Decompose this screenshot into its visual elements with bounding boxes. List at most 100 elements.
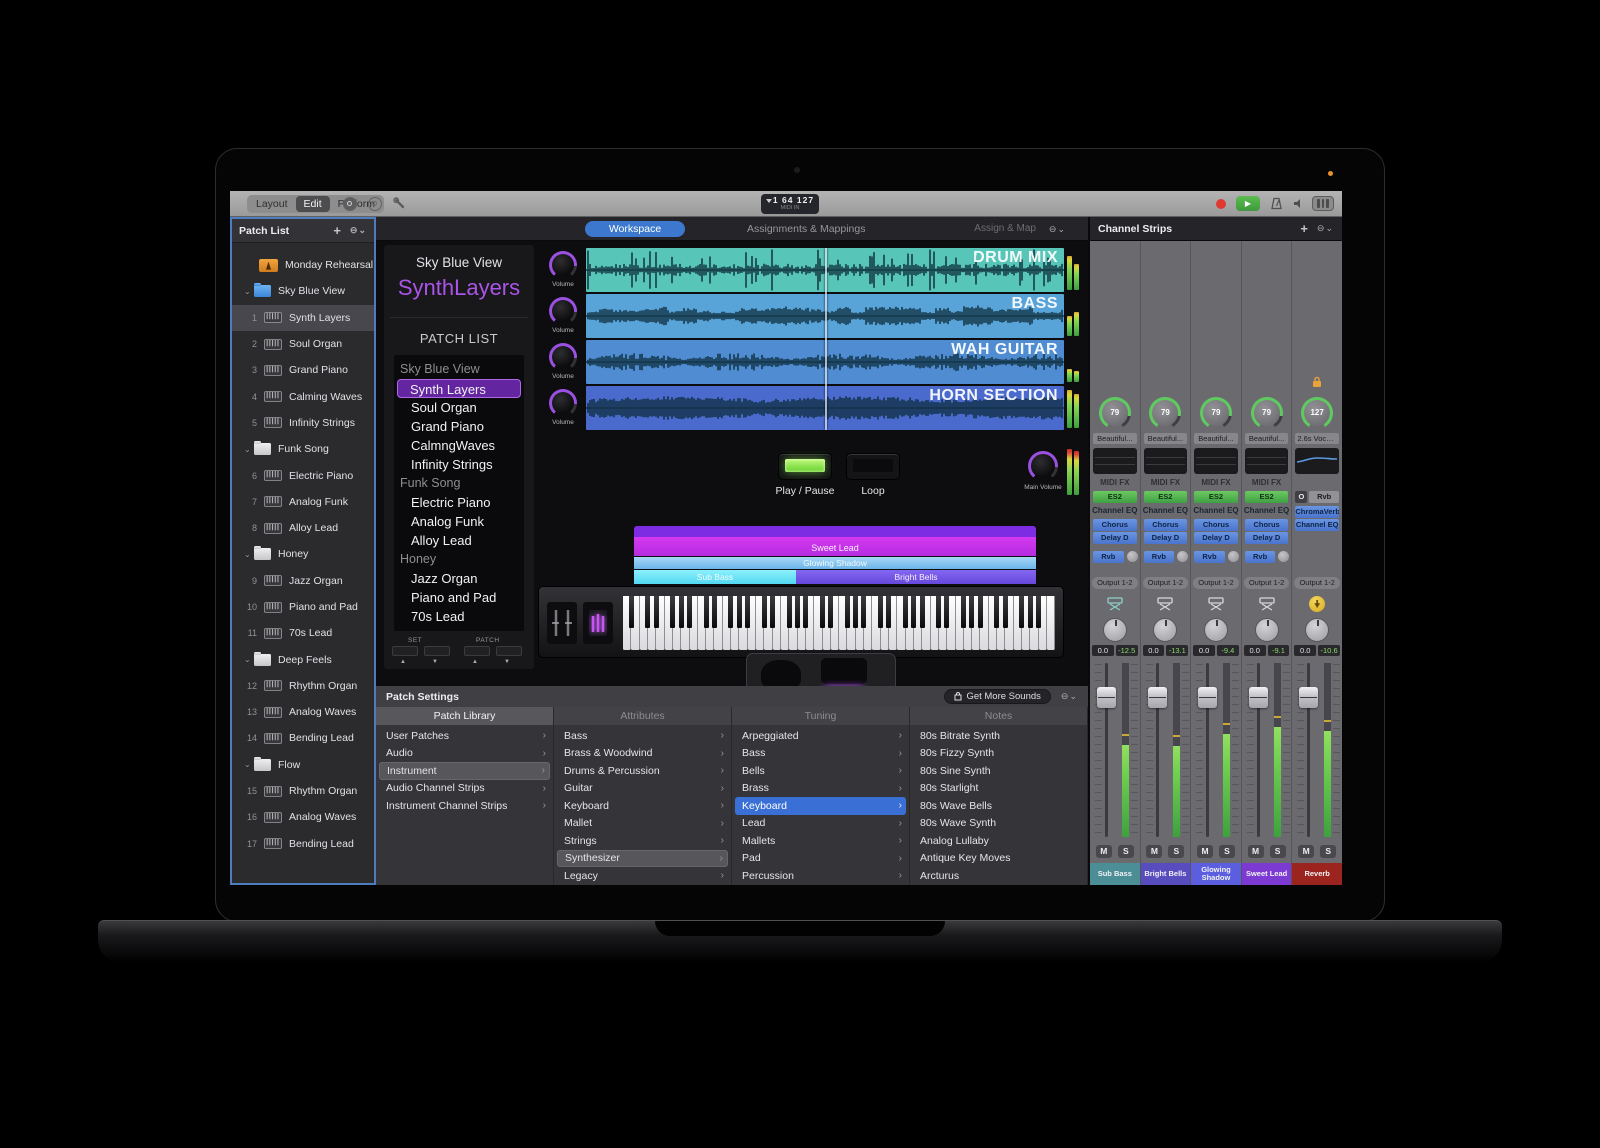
send-slot[interactable]: Rvb xyxy=(1144,551,1175,563)
fader-cap[interactable] xyxy=(1249,687,1268,708)
eq-thumbnail[interactable] xyxy=(1093,448,1137,474)
round-button-icon-2[interactable] xyxy=(368,197,382,211)
patch-item[interactable]: 1Synth Layers xyxy=(232,305,374,331)
channel-eq-slot[interactable]: Channel EQ xyxy=(1191,506,1241,515)
pan-value[interactable]: 0.0 xyxy=(1244,645,1266,656)
library-item[interactable]: Keyboard› xyxy=(554,797,731,815)
pan-knob[interactable] xyxy=(1153,618,1177,642)
library-item[interactable]: Legacy› xyxy=(554,867,731,885)
black-key[interactable] xyxy=(1019,596,1024,628)
mute-button[interactable]: M xyxy=(1197,845,1213,858)
insert-slot[interactable]: Chorus xyxy=(1093,519,1137,531)
patch-item[interactable]: 4Calming Waves xyxy=(232,383,374,409)
library-item[interactable]: 80s Bitrate Synth xyxy=(910,727,1087,745)
patchlist-set[interactable]: Sky Blue View xyxy=(397,360,521,379)
mute-button[interactable]: M xyxy=(1146,845,1162,858)
library-item[interactable]: Percussion› xyxy=(732,867,909,885)
instrument-slot[interactable]: ES2 xyxy=(1194,491,1238,503)
black-key[interactable] xyxy=(787,596,792,628)
set-button-2[interactable] xyxy=(424,646,450,656)
patch-item[interactable]: 6Electric Piano xyxy=(232,462,374,488)
layer-bright-bells[interactable]: Bright Bells xyxy=(796,570,1036,584)
black-key[interactable] xyxy=(994,596,999,628)
layer-sweet-lead[interactable]: Sweet Lead xyxy=(634,526,1036,556)
insert-slot[interactable]: Delay D xyxy=(1093,532,1137,544)
library-item[interactable]: Bells› xyxy=(732,762,909,780)
mute-button[interactable]: M xyxy=(1096,845,1112,858)
channel-setting-name[interactable]: 2.6s Vocal... xyxy=(1295,433,1339,444)
strip-level-knob[interactable]: 79 xyxy=(1200,397,1232,429)
midi-fx-slot[interactable]: MIDI FX xyxy=(1191,478,1241,487)
volume-value[interactable]: -9.4 xyxy=(1217,645,1239,656)
library-item[interactable]: Brass› xyxy=(732,780,909,798)
library-item[interactable]: 80s Starlight xyxy=(910,780,1087,798)
patch-item[interactable]: 3Grand Piano xyxy=(232,357,374,383)
fader-cap[interactable] xyxy=(1097,687,1116,708)
patch-settings-menu-button[interactable]: ⊖⌄ xyxy=(1061,691,1078,702)
patchlist-patch[interactable]: 70s Lead xyxy=(397,607,521,626)
library-item[interactable]: Pad› xyxy=(732,850,909,868)
output-slot[interactable]: Output 1-2 xyxy=(1294,577,1340,589)
solo-button[interactable]: S xyxy=(1118,845,1134,858)
patch-item[interactable]: 12Rhythm Organ xyxy=(232,673,374,699)
folder-item[interactable]: ⌄Funk Song xyxy=(232,436,374,462)
folder-item[interactable]: ⌄Sky Blue View xyxy=(232,278,374,304)
pan-knob[interactable] xyxy=(1305,618,1329,642)
black-key[interactable] xyxy=(828,596,833,628)
patchlist-patch[interactable]: Jazz Organ xyxy=(397,569,521,588)
midi-fx-slot[interactable]: MIDI FX xyxy=(1242,478,1292,487)
strip-name-plate[interactable]: Bright Bells xyxy=(1141,863,1191,885)
insert-slot[interactable]: ChromaVerb xyxy=(1295,506,1339,518)
black-key[interactable] xyxy=(679,596,684,628)
solo-button[interactable]: S xyxy=(1270,845,1286,858)
patch-list-menu-button[interactable]: ⊖⌄ xyxy=(350,225,367,236)
tab-attributes[interactable]: Attributes xyxy=(554,707,732,725)
output-slot[interactable]: Output 1-2 xyxy=(1092,577,1138,589)
channel-strips-menu-button[interactable]: ⊖⌄ xyxy=(1317,223,1334,234)
patchlist-set[interactable]: Funk Song xyxy=(397,474,521,493)
strip-level-knob[interactable]: 79 xyxy=(1149,397,1181,429)
black-key[interactable] xyxy=(712,596,717,628)
input-slot[interactable]: ORvb xyxy=(1295,491,1339,503)
insert-slot[interactable]: Chorus xyxy=(1144,519,1188,531)
playhead[interactable] xyxy=(825,248,827,430)
folder-item[interactable]: ⌄Flow xyxy=(232,752,374,778)
library-item[interactable]: 80s Fizzy Synth xyxy=(910,745,1087,763)
mute-button[interactable]: M xyxy=(1298,845,1314,858)
layout-mode-button[interactable]: Layout xyxy=(248,196,296,212)
patchlist-patch[interactable]: CalmngWaves xyxy=(397,436,521,455)
patchlist-patch[interactable]: Synth Layers xyxy=(397,379,521,398)
send-level-knob[interactable] xyxy=(1228,551,1239,562)
black-key[interactable] xyxy=(728,596,733,628)
patch-up-arrow[interactable]: ▲ xyxy=(472,659,478,665)
fader-cap[interactable] xyxy=(1198,687,1217,708)
patch-item[interactable]: 1170s Lead xyxy=(232,620,374,646)
output-slot[interactable]: Output 1-2 xyxy=(1244,577,1290,589)
black-key[interactable] xyxy=(1028,596,1033,628)
pan-knob[interactable] xyxy=(1255,618,1279,642)
insert-slot[interactable]: Delay D xyxy=(1144,532,1188,544)
strip-name-plate[interactable]: Reverb xyxy=(1292,863,1342,885)
insert-slot[interactable]: Channel EQ xyxy=(1295,519,1339,531)
strip-name-plate[interactable]: Sweet Lead xyxy=(1242,863,1292,885)
tab-patch-library[interactable]: Patch Library xyxy=(376,707,554,725)
patchlist-patch[interactable]: Piano and Pad xyxy=(397,588,521,607)
play-pause-pad[interactable] xyxy=(778,453,832,480)
black-key[interactable] xyxy=(1036,596,1041,628)
channel-strip[interactable]: 79Beautiful...MIDI FXES2Channel EQChorus… xyxy=(1090,241,1140,885)
black-key[interactable] xyxy=(878,596,883,628)
layer-sub-bass[interactable]: Sub Bass xyxy=(634,570,796,584)
patchlist-patch[interactable]: Grand Piano xyxy=(397,417,521,436)
track-volume-knob[interactable] xyxy=(549,389,577,417)
volume-fader[interactable] xyxy=(1191,661,1241,839)
patch-item[interactable]: 2Soul Organ xyxy=(232,331,374,357)
channel-strip[interactable]: 1272.6s Vocal...ORvbChromaVerbChannel EQ… xyxy=(1291,241,1342,885)
black-key[interactable] xyxy=(745,596,750,628)
channel-setting-name[interactable]: Beautiful... xyxy=(1144,433,1188,444)
black-key[interactable] xyxy=(961,596,966,628)
library-item[interactable]: Antique Key Moves xyxy=(910,850,1087,868)
disclosure-triangle-icon[interactable]: ⌄ xyxy=(244,287,254,296)
library-item[interactable]: Analog Lullaby xyxy=(910,832,1087,850)
output-slot[interactable]: Output 1-2 xyxy=(1143,577,1189,589)
workspace-menu-button[interactable]: ⊖⌄ xyxy=(1049,221,1066,237)
